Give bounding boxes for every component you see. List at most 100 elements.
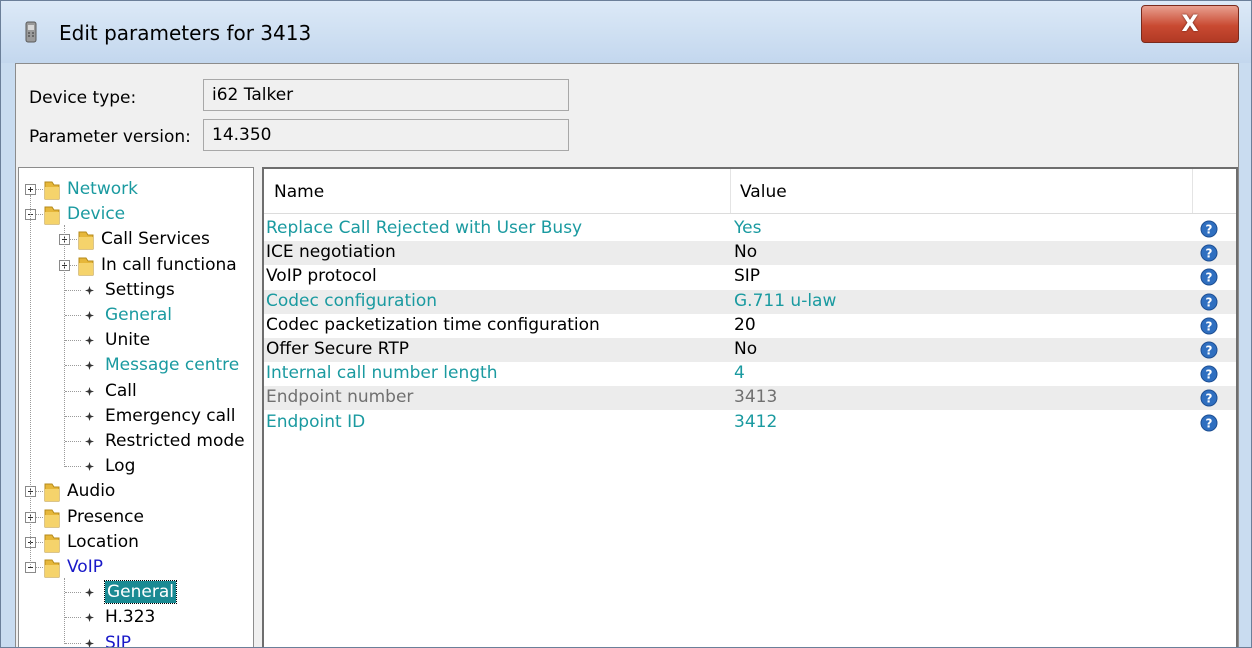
tree-connector xyxy=(65,466,81,468)
table-row[interactable]: Endpoint number 3413? xyxy=(264,386,1236,411)
tree-item-sip[interactable]: SIP xyxy=(19,632,253,648)
param-value-cell[interactable]: No xyxy=(734,338,757,362)
tree-connector xyxy=(36,541,43,543)
table-row[interactable]: VoIP protocol SIP? xyxy=(264,265,1236,289)
tree-item-call[interactable]: Call xyxy=(19,380,253,405)
tree-item-label: General xyxy=(104,580,177,605)
table-row[interactable]: Replace Call Rejected with User Busy Yes? xyxy=(264,217,1236,241)
tree-item-audio[interactable]: Audio xyxy=(19,480,253,505)
leaf-bullet-icon xyxy=(85,336,94,346)
tree-guide-line xyxy=(64,578,65,644)
table-row[interactable]: Codec packetization time configuration 20… xyxy=(264,314,1236,338)
device-type-field: i62 Talker xyxy=(203,79,569,111)
tree-connector xyxy=(70,239,77,241)
tree-item-presence[interactable]: Presence xyxy=(19,506,253,531)
param-value-cell[interactable]: 4 xyxy=(734,362,745,386)
table-row[interactable]: Internal call number length 4? xyxy=(264,362,1236,386)
tree-item-label: Call Services xyxy=(101,229,210,250)
help-icon[interactable]: ? xyxy=(1200,341,1218,359)
leaf-bullet-icon xyxy=(85,386,94,396)
help-icon[interactable]: ? xyxy=(1200,268,1218,286)
tree-item-label: Log xyxy=(105,456,136,477)
tree-item-label: Device xyxy=(67,204,126,225)
param-value-cell[interactable]: Yes xyxy=(734,217,761,241)
tree-connector xyxy=(36,491,43,493)
leaf-bullet-icon xyxy=(85,638,94,647)
table-row[interactable]: ICE negotiation No? xyxy=(264,241,1236,266)
folder-icon xyxy=(44,534,60,553)
column-header-value[interactable]: Value xyxy=(730,169,1192,213)
param-name-cell: Endpoint ID xyxy=(266,411,366,432)
parameter-version-label: Parameter version: xyxy=(29,127,191,147)
tree-item-network[interactable]: Network xyxy=(19,178,253,203)
tree-item-settings[interactable]: Settings xyxy=(19,279,253,304)
phone-icon xyxy=(25,21,37,43)
tree-item-label: Presence xyxy=(67,506,144,527)
tree-connector xyxy=(70,264,77,266)
tree-item-general[interactable]: General xyxy=(19,580,253,606)
tree-item-label: Emergency call xyxy=(105,405,236,426)
tree-item-label: Restricted mode xyxy=(105,431,245,451)
tree-item-label: Audio xyxy=(67,481,116,502)
table-row[interactable]: Codec configuration G.711 u-law? xyxy=(264,289,1236,314)
expand-icon[interactable] xyxy=(25,184,36,195)
close-icon: X xyxy=(1181,11,1199,37)
help-icon[interactable]: ? xyxy=(1200,293,1218,311)
param-value-cell[interactable]: G.711 u-law xyxy=(734,290,836,314)
folder-icon xyxy=(44,509,60,528)
tree-item-h-323[interactable]: H.323 xyxy=(19,606,253,631)
tree-connector xyxy=(36,214,43,216)
param-value-cell[interactable]: 3412 xyxy=(734,411,777,435)
leaf-bullet-icon xyxy=(85,285,94,295)
table-row[interactable]: Offer Secure RTP No? xyxy=(264,338,1236,362)
tree-item-label: In call functiona xyxy=(101,254,237,275)
param-value-cell[interactable]: No xyxy=(734,241,757,265)
tree-connector xyxy=(65,617,81,619)
help-icon[interactable]: ? xyxy=(1200,389,1218,407)
svg-text:?: ? xyxy=(1206,344,1213,358)
table-row[interactable]: Endpoint ID 3412? xyxy=(264,411,1236,435)
tree-connector xyxy=(65,340,81,342)
tree-item-label: SIP xyxy=(105,632,132,648)
help-icon[interactable]: ? xyxy=(1200,244,1218,262)
help-icon[interactable]: ? xyxy=(1200,317,1218,335)
tree-item-restricted-mode[interactable]: Restricted mode xyxy=(19,430,253,455)
help-icon[interactable]: ? xyxy=(1200,365,1218,383)
tree-item-label: Network xyxy=(67,179,138,199)
tree-item-emergency-call[interactable]: Emergency call xyxy=(19,405,253,430)
param-value-cell[interactable]: SIP xyxy=(734,265,760,289)
tree-item-label: Message centre xyxy=(105,355,240,376)
tree-item-in-call-functiona[interactable]: In call functiona xyxy=(19,254,253,279)
tree-item-label: H.323 xyxy=(105,607,156,628)
parameter-tree[interactable]: Network Device Call Services In call functi… xyxy=(18,167,254,648)
param-name-cell: Replace Call Rejected with User Busy xyxy=(266,218,583,238)
help-icon[interactable]: ? xyxy=(1200,414,1218,432)
tree-item-voip[interactable]: VoIP xyxy=(19,556,253,581)
tree-item-message-centre[interactable]: Message centre xyxy=(19,354,253,379)
folder-icon xyxy=(44,206,60,225)
tree-connector xyxy=(65,315,81,316)
title-bar: Edit parameters for 3413 X xyxy=(1,1,1251,63)
tree-guide-line xyxy=(30,195,31,567)
leaf-bullet-icon xyxy=(85,462,94,472)
tree-connector xyxy=(65,390,81,392)
tree-item-device[interactable]: Device xyxy=(19,203,253,228)
splitter-handle[interactable] xyxy=(254,167,262,647)
svg-text:?: ? xyxy=(1206,368,1213,382)
tree-item-call-services[interactable]: Call Services xyxy=(19,228,253,253)
tree-connector xyxy=(36,516,43,518)
close-button[interactable]: X xyxy=(1141,5,1239,43)
tree-connector xyxy=(65,365,81,367)
param-value-cell[interactable]: 3413 xyxy=(734,386,777,410)
param-value-cell[interactable]: 20 xyxy=(734,314,756,338)
svg-text:?: ? xyxy=(1206,271,1213,285)
tree-item-log[interactable]: Log xyxy=(19,455,253,480)
tree-item-unite[interactable]: Unite xyxy=(19,329,253,354)
leaf-bullet-icon xyxy=(85,411,94,421)
dialog-content: Device type: i62 Talker Parameter versio… xyxy=(15,63,1239,648)
tree-item-general[interactable]: General xyxy=(19,304,253,329)
column-header-name[interactable]: Name xyxy=(264,169,730,213)
help-icon[interactable]: ? xyxy=(1200,220,1218,238)
tree-item-location[interactable]: Location xyxy=(19,531,253,556)
leaf-bullet-icon xyxy=(85,311,94,320)
